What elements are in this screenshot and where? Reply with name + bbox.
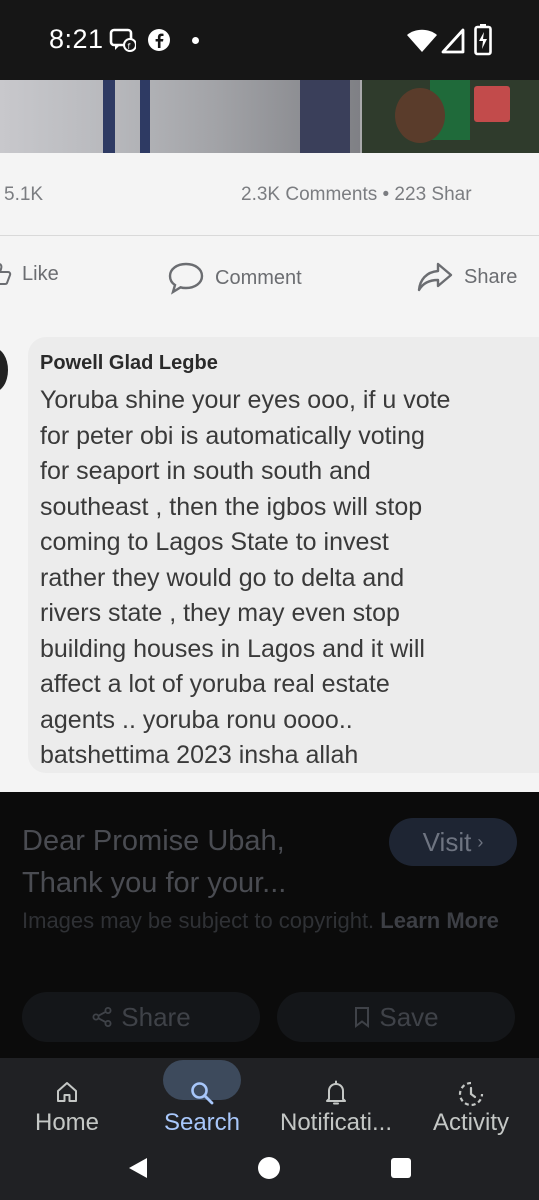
search-icon [191,1082,214,1105]
post-photo [0,80,539,153]
facebook-icon [148,29,170,51]
comment-action: Comment [167,261,302,295]
wifi-icon [407,29,437,52]
nav-home-label: Home [34,1109,100,1136]
share-icon [92,1007,112,1027]
svg-text:f: f [128,42,131,51]
bell-icon [326,1080,346,1105]
learn-more-link[interactable]: Learn More [380,908,499,933]
home-icon [57,1082,77,1102]
save-button-label: Save [379,1001,439,1032]
home-circle-icon[interactable] [257,1156,281,1180]
share-label: Share [464,265,518,288]
chat-bubble-icon: f [109,28,136,52]
nav-search-label: Search [163,1109,241,1136]
nav-activity-label: Activity [432,1109,509,1136]
commenter-avatar [0,348,8,392]
save-button[interactable]: Save [277,992,515,1042]
comments-shares-count: 2.3K Comments • 223 Shar [241,184,472,205]
comment-text: Yoruba shine your eyes ooo, if u vote fo… [40,386,451,769]
thumbs-up-icon [0,263,12,285]
notification-dot [192,37,199,44]
recents-icon[interactable] [390,1157,412,1179]
share-button-label: Share [121,1001,191,1032]
comment-label: Comment [215,266,302,289]
battery-charging-icon [474,24,492,56]
copyright-text: Images may be subject to copyright. [22,908,375,933]
divider [0,235,539,236]
like-label: Like [22,262,59,285]
likes-count: 5.1K [4,184,44,205]
comment-icon [168,262,204,295]
result-image[interactable]: 5.1K 2.3K Comments • 223 Shar Like Comme… [0,80,539,792]
share-button[interactable]: Share [22,992,260,1042]
bookmark-icon [355,1007,370,1028]
nav-notifications-label: Notificati... [279,1109,393,1136]
like-action: Like [0,261,59,287]
share-action: Share [416,261,517,293]
system-navigation [0,1140,539,1200]
post-actions: Like Comment Share [0,255,539,299]
visit-label: Visit [422,826,472,857]
back-icon[interactable] [127,1156,149,1180]
share-arrow-icon [417,262,453,292]
visit-button[interactable]: Visit › [389,818,517,866]
status-bar: 8:21 f [0,0,539,80]
result-title[interactable]: Dear Promise Ubah, Thank you for your... [22,820,362,904]
comment-author: Powell Glad Legbe [40,352,218,374]
cellular-icon [441,28,465,54]
status-time: 8:21 [49,24,104,54]
post-stats: 5.1K 2.3K Comments • 223 Shar [0,178,539,214]
activity-icon [458,1081,484,1107]
copyright-notice: Images may be subject to copyright. Lear… [22,904,522,937]
chevron-right-icon: › [477,831,484,852]
